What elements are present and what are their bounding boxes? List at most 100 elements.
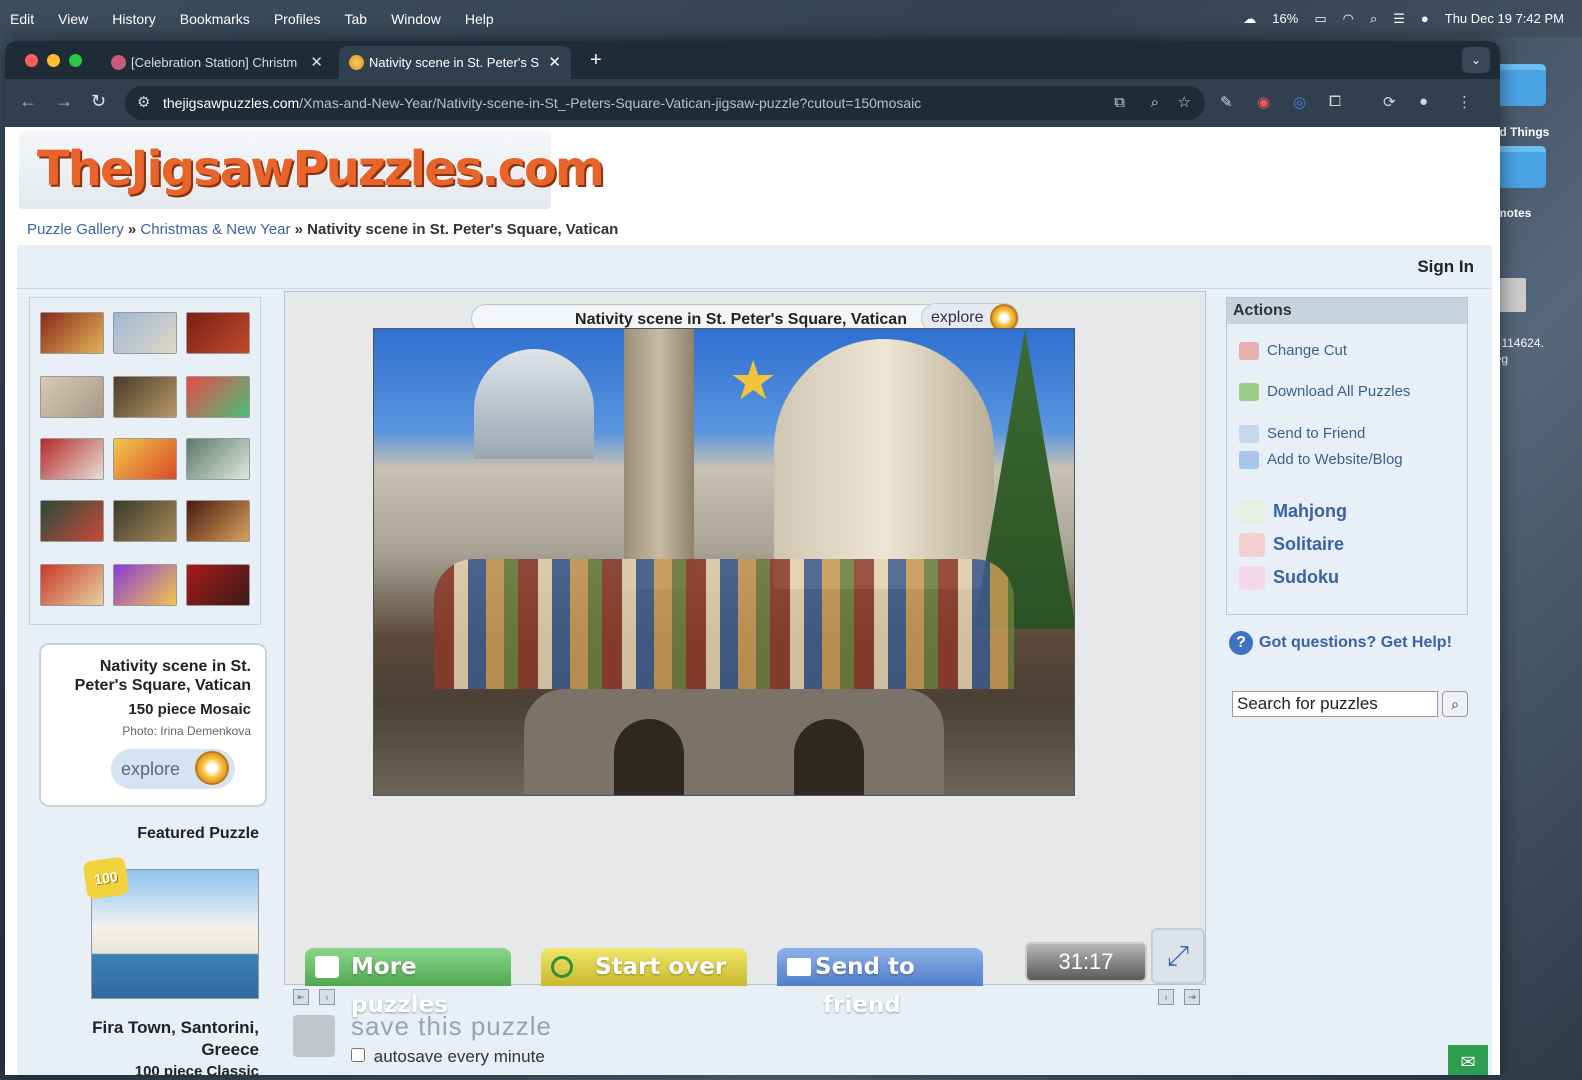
- profile-avatar-icon[interactable]: ●: [1419, 93, 1428, 110]
- menu-history[interactable]: History: [112, 11, 156, 27]
- grotto-arch: [614, 719, 684, 795]
- puzzle-thumbnail[interactable]: [40, 312, 104, 354]
- prev-page-icon[interactable]: ‹: [319, 989, 335, 1005]
- puzzle-thumbnail[interactable]: [40, 500, 104, 542]
- close-tab-icon[interactable]: ✕: [548, 53, 561, 71]
- breadcrumb-christmas[interactable]: Christmas & New Year: [140, 221, 290, 238]
- zoom-window-button[interactable]: [69, 54, 82, 67]
- explore-small-label: explore: [931, 309, 984, 326]
- search-input[interactable]: Search for puzzles: [1232, 691, 1438, 717]
- last-page-icon[interactable]: ⇥: [1184, 989, 1200, 1005]
- start-over-button[interactable]: Start over: [541, 948, 747, 986]
- save-puzzle-link[interactable]: save this puzzle: [351, 1011, 552, 1042]
- puzzle-thumbnail[interactable]: [40, 376, 104, 418]
- search-icon[interactable]: ⌕: [1370, 11, 1377, 27]
- menu-tab[interactable]: Tab: [345, 11, 368, 27]
- chat-icon[interactable]: ✉: [1448, 1045, 1488, 1075]
- back-icon[interactable]: ←: [19, 91, 37, 112]
- change-cut-label: Change Cut: [1267, 342, 1348, 359]
- siri-icon[interactable]: ●: [1421, 11, 1429, 26]
- new-tab-icon[interactable]: +: [590, 49, 602, 72]
- tab-title: Nativity scene in St. Peter's S: [369, 55, 540, 70]
- puzzle-image[interactable]: ★: [373, 328, 1075, 796]
- menu-window[interactable]: Window: [391, 11, 441, 27]
- site-logo[interactable]: TheJigsawPuzzles.com: [19, 131, 605, 209]
- menubar-clock[interactable]: Thu Dec 19 7:42 PM: [1445, 11, 1564, 26]
- reload-icon[interactable]: ↻: [91, 91, 106, 112]
- menu-bookmarks[interactable]: Bookmarks: [180, 11, 250, 27]
- cast-icon[interactable]: ⧉: [1114, 86, 1125, 120]
- cards-icon: [1239, 533, 1265, 557]
- star-icon: ★: [729, 351, 778, 411]
- get-help-link[interactable]: ? Got questions? Get Help!: [1229, 631, 1452, 655]
- close-window-button[interactable]: [25, 54, 38, 67]
- cloud-status-icon[interactable]: ☁: [1243, 11, 1256, 27]
- puzzle-thumbnail[interactable]: [40, 438, 104, 480]
- menu-edit[interactable]: Edit: [10, 11, 34, 27]
- bookmark-star-icon[interactable]: ☆: [1178, 86, 1191, 120]
- puzzle-thumbnail[interactable]: [113, 438, 177, 480]
- tab-favicon-icon: [111, 55, 126, 70]
- main-content: Sign In Nativity scene in St. Peter's Sq…: [17, 245, 1492, 1075]
- extensions-puzzle-icon[interactable]: ⧠: [1329, 93, 1341, 110]
- start-over-label: Start over: [595, 954, 727, 980]
- add-to-website-link[interactable]: Add to Website/Blog: [1239, 451, 1403, 470]
- puzzle-thumbnail[interactable]: [186, 500, 250, 542]
- download-all-link[interactable]: Download All Puzzles: [1239, 383, 1411, 402]
- wifi-icon[interactable]: ◠: [1343, 11, 1354, 27]
- puzzle-thumbnail[interactable]: [113, 564, 177, 606]
- extension-feather-icon[interactable]: ✎: [1220, 93, 1233, 111]
- extension-circle-icon[interactable]: ◎: [1293, 93, 1306, 111]
- minimize-window-button[interactable]: [47, 54, 60, 67]
- explore-button[interactable]: explore: [111, 749, 235, 789]
- extension-badge-icon[interactable]: ◉: [1257, 93, 1270, 111]
- mahjong-link[interactable]: Mahjong: [1239, 500, 1347, 524]
- sign-in-link[interactable]: Sign In: [1417, 257, 1474, 277]
- change-cut-link[interactable]: Change Cut: [1239, 342, 1348, 361]
- solitaire-link[interactable]: Solitaire: [1239, 533, 1344, 557]
- next-page-icon[interactable]: ›: [1158, 989, 1174, 1005]
- featured-puzzle-name[interactable]: Fira Town, Santorini, Greece: [57, 1017, 259, 1061]
- puzzle-thumbnail[interactable]: [113, 500, 177, 542]
- send-to-friend-link[interactable]: Send to Friend: [1239, 425, 1365, 444]
- close-tab-icon[interactable]: ✕: [310, 53, 323, 71]
- browser-menu-icon[interactable]: ⋮: [1457, 93, 1472, 111]
- address-bar[interactable]: ⚙ thejigsawpuzzles.com/Xmas-and-New-Year…: [125, 86, 1205, 120]
- featured-puzzle-heading: Featured Puzzle: [137, 825, 259, 842]
- download-all-label: Download All Puzzles: [1267, 383, 1411, 400]
- tab-search-chevron-icon[interactable]: ⌄: [1462, 47, 1490, 73]
- mahjong-label: Mahjong: [1273, 500, 1347, 521]
- tab-celebration-station[interactable]: [Celebration Station] Christm ✕: [101, 46, 333, 79]
- puzzle-thumbnail[interactable]: [113, 312, 177, 354]
- puzzle-thumbnail[interactable]: [186, 312, 250, 354]
- forward-icon[interactable]: →: [55, 91, 73, 112]
- puzzle-info-title: Nativity scene in St. Peter's Square, Va…: [74, 658, 251, 694]
- scissors-icon: [1239, 342, 1259, 361]
- sudoku-link[interactable]: Sudoku: [1239, 566, 1339, 590]
- menu-view[interactable]: View: [58, 11, 88, 27]
- question-icon: ?: [1229, 631, 1253, 655]
- puzzle-thumbnail[interactable]: [186, 438, 250, 480]
- site-settings-icon[interactable]: ⚙: [137, 86, 150, 120]
- puzzle-thumbnail[interactable]: [113, 376, 177, 418]
- extension-sync-icon[interactable]: ⟳: [1383, 93, 1396, 111]
- menu-profiles[interactable]: Profiles: [274, 11, 321, 27]
- menu-help[interactable]: Help: [465, 11, 494, 27]
- puzzle-thumbnail[interactable]: [186, 564, 250, 606]
- tab-nativity-scene[interactable]: Nativity scene in St. Peter's S ✕: [339, 46, 571, 79]
- autosave-checkbox[interactable]: [351, 1048, 365, 1062]
- fullscreen-icon[interactable]: ⤢: [1151, 928, 1205, 984]
- web-page: TheJigsawPuzzles.com Puzzle Gallery » Ch…: [5, 127, 1500, 1075]
- breadcrumb-puzzle-gallery[interactable]: Puzzle Gallery: [27, 221, 124, 238]
- zoom-icon[interactable]: ⌕: [1151, 86, 1159, 120]
- control-center-icon[interactable]: ☰: [1393, 11, 1405, 27]
- first-page-icon[interactable]: ⇤: [293, 989, 309, 1005]
- puzzle-thumbnail[interactable]: [40, 564, 104, 606]
- more-puzzles-button[interactable]: More puzzles: [305, 948, 511, 1018]
- search-button-icon[interactable]: ⌕: [1442, 691, 1468, 717]
- basilica-dome: [474, 349, 594, 459]
- puzzle-thumbnail[interactable]: [186, 376, 250, 418]
- send-to-friend-button[interactable]: Send to friend: [777, 948, 983, 1018]
- battery-icon[interactable]: ▭: [1314, 11, 1326, 27]
- save-disk-icon[interactable]: [293, 1015, 335, 1057]
